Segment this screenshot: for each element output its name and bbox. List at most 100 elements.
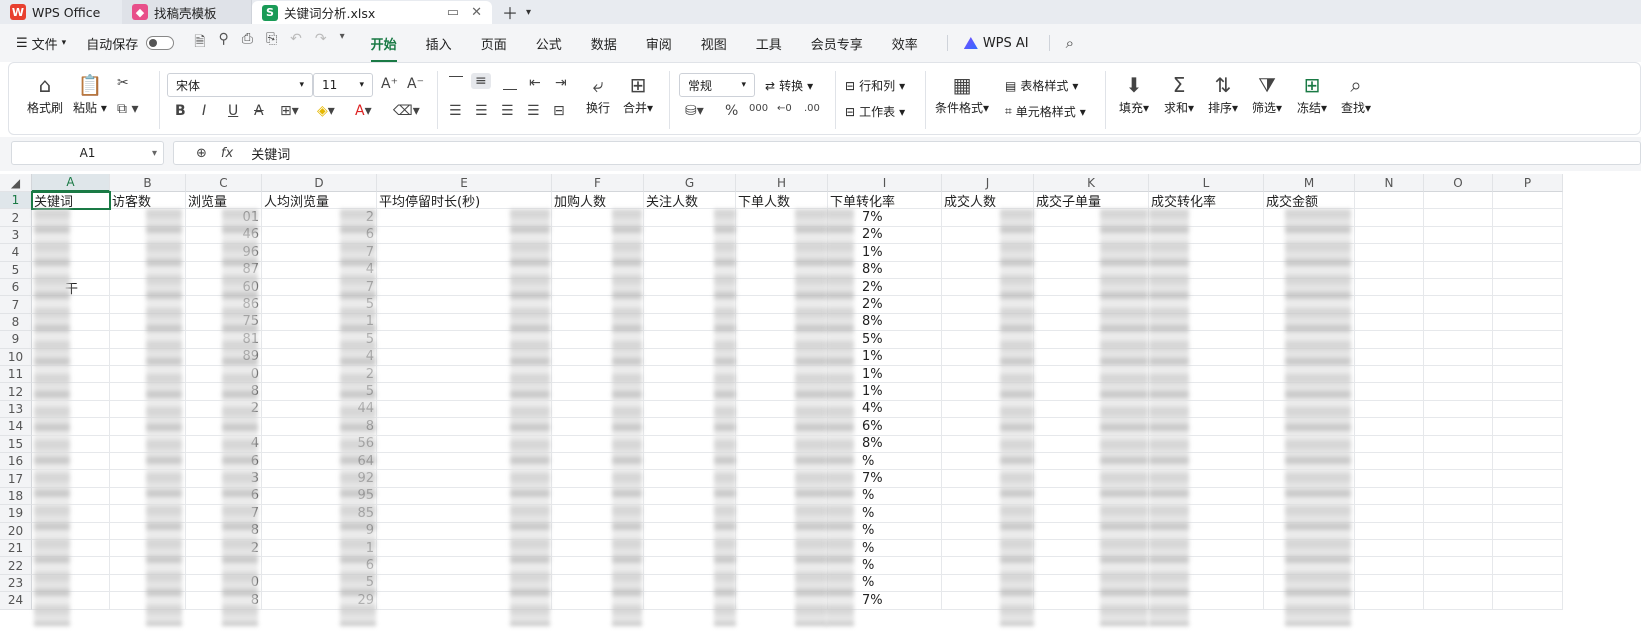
cell[interactable]	[1493, 366, 1563, 384]
zoom-icon[interactable]: ⊕	[196, 146, 207, 161]
row-header-13[interactable]: 13	[0, 400, 32, 419]
row-header-2[interactable]: 2	[0, 209, 32, 227]
cell[interactable]	[1493, 435, 1563, 453]
row-header-22[interactable]: 22	[0, 557, 32, 575]
column-header-a[interactable]: A	[32, 174, 110, 192]
column-header-n[interactable]: N	[1355, 174, 1424, 192]
tab-spreadsheet-file[interactable]: S 关键词分析.xlsx ▭ ✕	[252, 1, 492, 24]
file-menu[interactable]: ☰ 文件 ▾	[16, 34, 66, 53]
cell[interactable]	[1493, 313, 1563, 332]
cell[interactable]	[1493, 574, 1563, 593]
cell[interactable]	[1355, 487, 1424, 506]
freeze-button[interactable]: ⊞ 冻结▾	[1297, 71, 1327, 116]
sort-button[interactable]: ⇅ 排序▾	[1208, 71, 1238, 116]
paste-button[interactable]: 📋 粘贴 ▾	[73, 71, 107, 116]
cell[interactable]	[1424, 522, 1493, 540]
cell[interactable]	[1355, 261, 1424, 279]
cell[interactable]	[1424, 435, 1493, 453]
cell[interactable]	[1355, 470, 1424, 488]
cell[interactable]	[1355, 192, 1424, 210]
header-cell-k[interactable]: 成交子单量	[1034, 192, 1149, 210]
header-cell-f[interactable]: 加购人数	[552, 192, 644, 210]
cell[interactable]	[1424, 557, 1493, 575]
font-color-icon[interactable]: A▾	[355, 103, 372, 119]
header-cell-d[interactable]: 人均浏览量	[262, 192, 377, 210]
tab-efficiency[interactable]: 效率	[892, 34, 918, 53]
column-header-e[interactable]: E	[377, 174, 552, 192]
cell[interactable]	[1424, 331, 1493, 349]
column-header-f[interactable]: F	[552, 174, 644, 192]
wps-ai-button[interactable]: WPS AI	[963, 36, 1029, 51]
header-cell-e[interactable]: 平均停留时长(秒)	[377, 192, 552, 210]
cell[interactable]	[1424, 313, 1493, 332]
align-left-icon[interactable]: ☰	[449, 103, 462, 119]
formula-input[interactable]: ⊕ fx 关键词	[173, 141, 1641, 165]
column-header-g[interactable]: G	[644, 174, 736, 192]
cell[interactable]	[1424, 574, 1493, 593]
decrease-indent-icon[interactable]: ⇤	[529, 75, 541, 91]
row-header-3[interactable]: 3	[0, 226, 32, 245]
spreadsheet-grid[interactable]: ◢ A B C D E F G H I J K L M N O P 1 关键词 访客数 浏览量 人均浏览量 平均停留时长(…	[0, 174, 1641, 633]
cell[interactable]	[1355, 348, 1424, 366]
header-cell-l[interactable]: 成交转化率	[1149, 192, 1264, 210]
cell[interactable]	[1424, 453, 1493, 471]
cell[interactable]	[1424, 261, 1493, 279]
column-header-o[interactable]: O	[1424, 174, 1493, 192]
cell[interactable]	[1424, 226, 1493, 245]
close-icon[interactable]: ✕	[471, 5, 482, 20]
tab-view[interactable]: 视图	[701, 34, 727, 53]
toggle-switch[interactable]	[146, 36, 175, 50]
column-header-c[interactable]: C	[186, 174, 262, 192]
tab-insert[interactable]: 插入	[426, 34, 452, 53]
column-header-i[interactable]: I	[828, 174, 942, 192]
header-cell-i[interactable]: 下单转化率	[828, 192, 942, 210]
cell[interactable]	[1424, 366, 1493, 384]
chevron-down-icon[interactable]: ▾	[152, 148, 157, 159]
row-header-24[interactable]: 24	[0, 592, 32, 610]
tab-template[interactable]: ◆ 找稿壳模板	[122, 0, 252, 24]
row-header-20[interactable]: 20	[0, 522, 32, 540]
header-cell-b[interactable]: 访客数	[110, 192, 186, 210]
fx-icon[interactable]: fx	[221, 146, 233, 161]
cell[interactable]	[1493, 383, 1563, 401]
font-name-select[interactable]: 宋体 ▾	[167, 73, 313, 97]
row-header-5[interactable]: 5	[0, 261, 32, 279]
column-header-k[interactable]: K	[1034, 174, 1149, 192]
cell[interactable]	[1355, 366, 1424, 384]
merge-button[interactable]: ⊞ 合并▾	[623, 71, 653, 116]
cell[interactable]	[1424, 348, 1493, 366]
conditional-format-button[interactable]: ▦ 条件格式▾	[935, 71, 989, 116]
redo-icon[interactable]: ↷	[315, 31, 327, 55]
cell[interactable]	[1493, 505, 1563, 523]
row-header-23[interactable]: 23	[0, 574, 32, 593]
cell[interactable]	[1493, 487, 1563, 506]
print-icon[interactable]: ⎙	[242, 31, 253, 55]
row-header-6[interactable]: 6	[0, 279, 32, 297]
row-header-15[interactable]: 15	[0, 435, 32, 453]
row-header-17[interactable]: 17	[0, 470, 32, 488]
column-header-m[interactable]: M	[1264, 174, 1355, 192]
cell[interactable]	[1493, 418, 1563, 436]
chevron-down-icon[interactable]: ▾	[340, 31, 345, 55]
save-icon[interactable]: 🗎	[194, 31, 205, 55]
print-preview-icon[interactable]: ⎘	[266, 31, 277, 55]
cell[interactable]	[1355, 244, 1424, 262]
row-header-8[interactable]: 8	[0, 313, 32, 332]
align-bottom-icon[interactable]: ⎽	[503, 75, 517, 91]
link-icon[interactable]: ⚲	[218, 31, 228, 55]
cell[interactable]	[1355, 313, 1424, 332]
cell[interactable]	[1424, 540, 1493, 558]
row-header-16[interactable]: 16	[0, 453, 32, 471]
cell[interactable]	[1493, 522, 1563, 540]
cell[interactable]	[1493, 296, 1563, 314]
cell[interactable]	[1424, 592, 1493, 610]
decrease-decimal-icon[interactable]: .00	[804, 103, 820, 114]
align-right-icon[interactable]: ☰	[501, 103, 514, 119]
header-cell-m[interactable]: 成交金额	[1264, 192, 1355, 210]
tab-review[interactable]: 审阅	[646, 34, 672, 53]
chevron-down-icon[interactable]: ▾	[526, 7, 531, 18]
header-cell-j[interactable]: 成交人数	[942, 192, 1034, 210]
tab-page[interactable]: 页面	[481, 34, 507, 53]
column-header-j[interactable]: J	[942, 174, 1034, 192]
cell[interactable]	[1355, 383, 1424, 401]
